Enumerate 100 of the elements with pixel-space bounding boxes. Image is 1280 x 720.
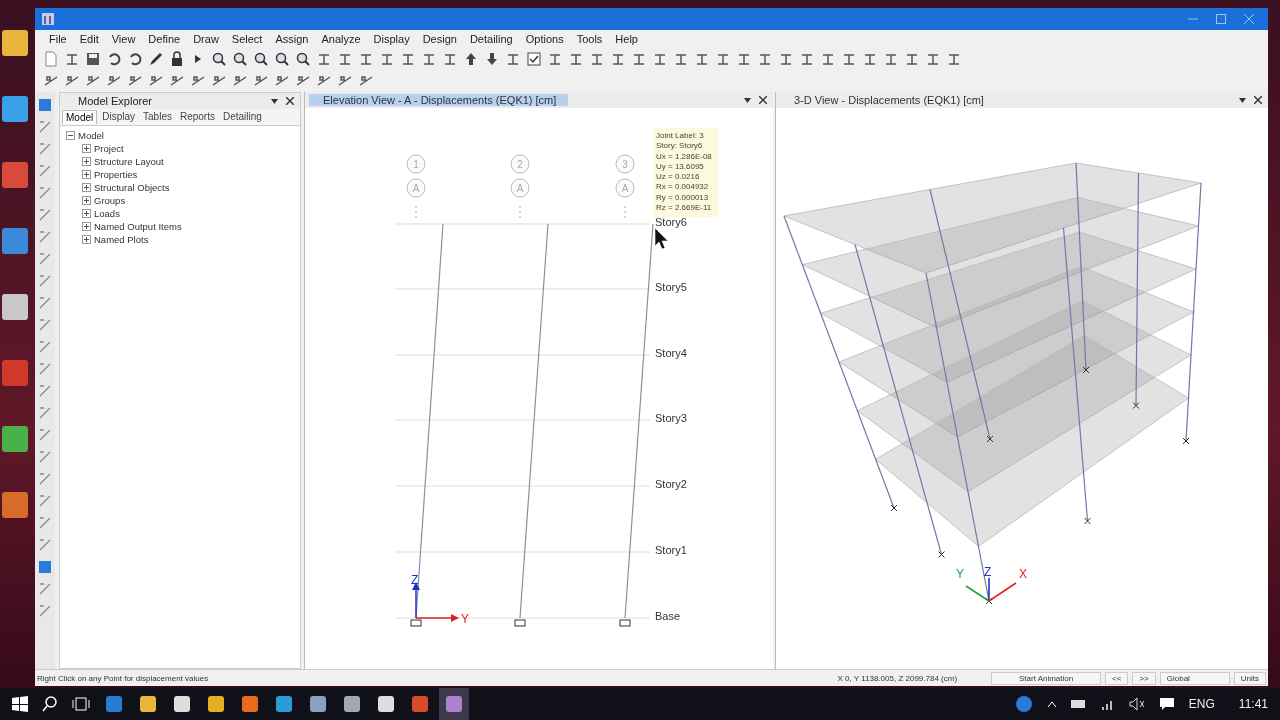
save-icon[interactable] [85,51,101,67]
tool-icon[interactable] [38,340,52,354]
tool-icon[interactable] [232,73,248,89]
menu-item[interactable]: Assign [269,33,316,45]
close-icon[interactable] [286,97,294,105]
tool-icon[interactable] [190,73,206,89]
tool-icon[interactable] [211,73,227,89]
menu-item[interactable]: Detailing [463,33,520,45]
tool-icon[interactable] [883,51,899,67]
zoom-icon[interactable] [232,51,248,67]
tool-icon[interactable] [38,384,52,398]
notification-icon[interactable] [1158,697,1175,711]
tool-icon[interactable] [106,73,122,89]
menu-item[interactable]: Tools [570,33,610,45]
tool-icon[interactable] [505,51,521,67]
tool-icon[interactable] [38,582,52,596]
tree-item[interactable]: Named Plots [94,234,149,245]
menu-item[interactable]: Draw [187,33,226,45]
expand-icon[interactable] [82,235,91,244]
undo-icon[interactable] [106,51,122,67]
next-button[interactable]: >> [1132,671,1156,685]
menu-item[interactable]: Edit [73,33,106,45]
tree-item[interactable]: Properties [94,169,138,180]
tab[interactable]: Model [62,110,98,124]
expand-icon[interactable] [82,196,91,205]
tab[interactable]: Tables [140,110,175,124]
tool-icon[interactable] [358,51,374,67]
tool-icon[interactable] [85,73,101,89]
collapse-icon[interactable] [66,131,75,140]
tool-icon[interactable] [38,230,52,244]
tree-item[interactable]: Groups [94,195,126,206]
tool-icon[interactable] [316,73,332,89]
tool-icon[interactable] [610,51,626,67]
tool-icon[interactable] [715,51,731,67]
close-icon[interactable] [1254,96,1262,104]
menu-item[interactable]: Select [225,33,270,45]
menu-item[interactable]: Help [609,33,645,45]
tree-item[interactable]: Named Output Items [94,221,182,232]
tool-icon[interactable] [38,318,52,332]
tool-icon[interactable] [862,51,878,67]
task-view-icon[interactable] [72,697,90,711]
tool-icon[interactable] [358,73,374,89]
tool-icon[interactable] [38,296,52,310]
help-icon[interactable] [1014,695,1033,713]
tool-icon[interactable] [652,51,668,67]
tool-icon[interactable] [442,51,458,67]
expand-icon[interactable] [82,183,91,192]
menu-item[interactable]: View [105,33,143,45]
tool-icon[interactable] [38,362,52,376]
tool-icon[interactable] [799,51,815,67]
tree-item[interactable]: Model [78,130,104,141]
expand-icon[interactable] [82,222,91,231]
tool-icon[interactable] [589,51,605,67]
tool-icon[interactable] [38,142,52,156]
battery-icon[interactable] [1070,699,1087,709]
tool-icon[interactable] [38,538,52,552]
expand-icon[interactable] [82,157,91,166]
tool-icon[interactable] [38,560,52,574]
view-tab[interactable]: Elevation View - A - Displacements (EQK1) [cm] [309,94,569,106]
down-arrow-icon[interactable] [484,51,500,67]
tool-icon[interactable] [127,73,143,89]
tool-icon[interactable] [946,51,962,67]
tool-icon[interactable] [38,98,52,112]
dropdown-icon[interactable] [744,97,751,103]
tool-icon[interactable] [778,51,794,67]
tool-icon[interactable] [673,51,689,67]
tool-icon[interactable] [38,516,52,530]
menu-item[interactable]: Define [142,33,188,45]
language-indicator[interactable]: ENG [1188,697,1215,711]
zoom-icon[interactable] [274,51,290,67]
tool-icon[interactable] [38,406,52,420]
volume-icon[interactable] [1128,697,1145,711]
tool-icon[interactable] [38,186,52,200]
dropdown-icon[interactable] [271,98,278,104]
tool-icon[interactable] [38,604,52,618]
tool-icon[interactable] [38,274,52,288]
tool-icon[interactable] [295,73,311,89]
tool-icon[interactable] [38,252,52,266]
maximize-icon[interactable] [1216,14,1226,24]
checkbox-icon[interactable] [526,51,542,67]
tool-icon[interactable] [148,73,164,89]
coordinate-dropdown[interactable]: Global [1159,671,1230,685]
tool-icon[interactable] [38,450,52,464]
tool-icon[interactable] [694,51,710,67]
units-button[interactable]: Units [1233,671,1266,685]
menu-item[interactable]: Analyze [315,33,368,45]
tool-icon[interactable] [337,51,353,67]
tool-icon[interactable] [316,51,332,67]
menu-item[interactable]: Design [416,33,464,45]
previous-button[interactable]: << [1105,671,1129,685]
tool-icon[interactable] [253,73,269,89]
menu-item[interactable]: Display [367,33,417,45]
tool-icon[interactable] [925,51,941,67]
tool-icon[interactable] [841,51,857,67]
menu-item[interactable]: File [43,33,74,45]
dropdown-icon[interactable] [1239,97,1246,103]
up-arrow-icon[interactable] [463,51,479,67]
tool-icon[interactable] [169,73,185,89]
tool-icon[interactable] [38,494,52,508]
tree-item[interactable]: Structure Layout [94,156,164,167]
